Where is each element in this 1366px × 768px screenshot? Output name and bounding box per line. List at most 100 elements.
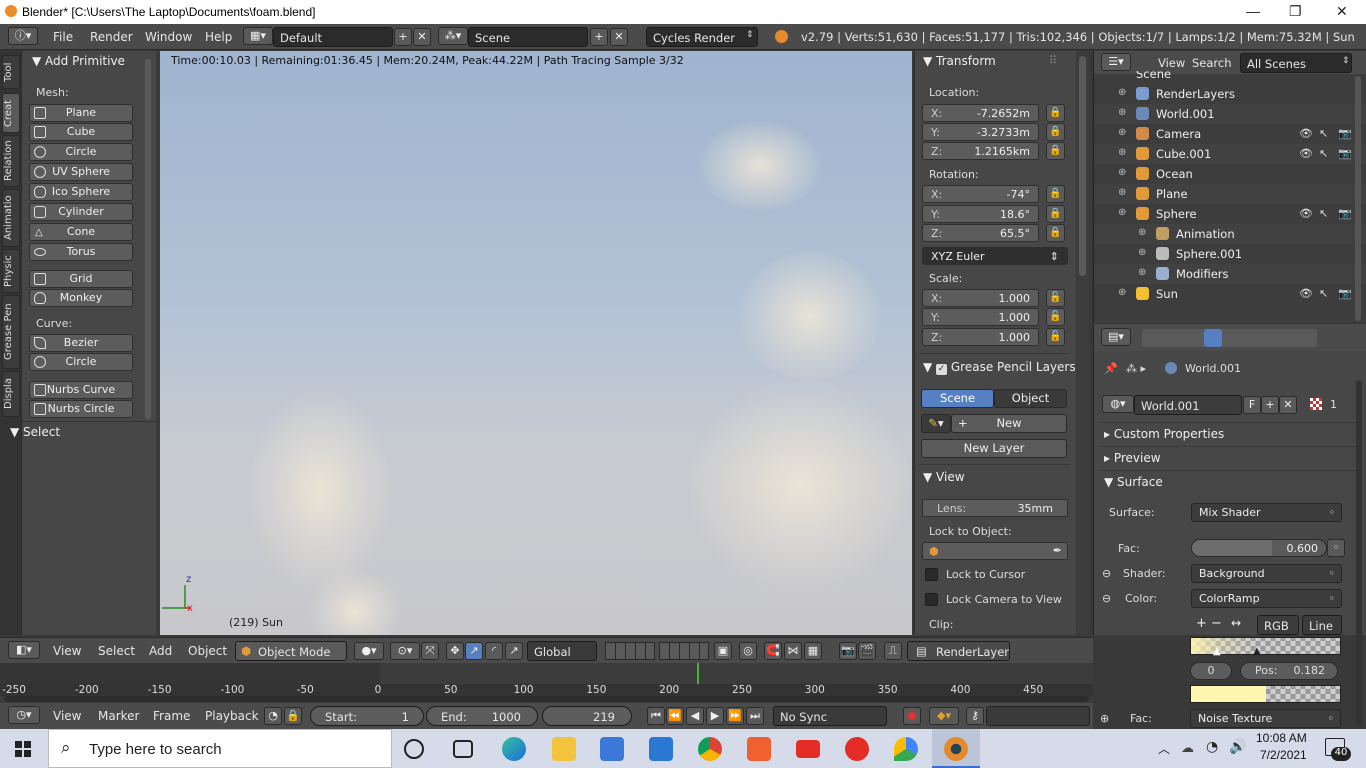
lock-camera-checkbox[interactable] — [925, 593, 938, 606]
gp-new-layer-button[interactable]: New Layer — [921, 439, 1067, 458]
mail-icon[interactable] — [649, 737, 673, 761]
outliner-row[interactable]: ⊕ Ocean — [1094, 164, 1366, 184]
outliner-row[interactable]: ⊕ World.001 — [1094, 104, 1366, 124]
gp-brush-select[interactable]: ✎▾ — [921, 414, 951, 433]
rotation-x-field[interactable]: X: -74° — [922, 185, 1039, 203]
fac2-select[interactable]: Noise Texture ◦ — [1190, 709, 1341, 728]
expand-icon[interactable]: ⊕ — [1118, 167, 1126, 178]
view3d-menu-add[interactable]: Add — [149, 644, 172, 658]
outliner-row[interactable]: ⊕ Camera 👁 ↖ 📷 — [1094, 124, 1366, 144]
unlock-icon[interactable]: 🔓 — [1046, 289, 1065, 307]
add-uv-sphere-button[interactable]: UV Sphere — [29, 163, 133, 181]
camera-icon[interactable]: 📷 — [1338, 207, 1352, 220]
outliner-row[interactable]: ⊕ RenderLayers — [1094, 84, 1366, 104]
render-engine-select[interactable]: Cycles Render — [646, 27, 758, 47]
menu-window[interactable]: Window — [145, 30, 192, 44]
expand-icon[interactable]: ⊕ — [1118, 287, 1126, 298]
camera-icon[interactable]: 📷 — [1338, 287, 1352, 300]
props-editor-type-button[interactable]: ▤▾ — [1101, 328, 1131, 346]
outliner-row[interactable]: ⊕ Plane — [1094, 184, 1366, 204]
ramp-remove-icon[interactable]: − — [1211, 616, 1222, 631]
lock-icon[interactable]: 🔒 — [1046, 123, 1065, 141]
ramp-add-icon[interactable]: + — [1196, 616, 1207, 631]
file-explorer-icon[interactable] — [552, 737, 576, 761]
maps-app-icon[interactable] — [894, 737, 918, 761]
ramp-color-swatch[interactable] — [1190, 685, 1341, 703]
add-plane-button[interactable]: Plane — [29, 104, 133, 122]
jump-keyframe-back-icon[interactable]: ⏪ — [666, 707, 684, 725]
play-reverse-icon[interactable]: ◀ — [686, 707, 704, 725]
rotation-z-field[interactable]: Z: 65.5° — [922, 224, 1039, 242]
lock-range-icon[interactable]: 🔒 — [284, 707, 302, 725]
layout-delete-icon[interactable]: ✕ — [413, 28, 431, 46]
lock-icon[interactable]: 🔒 — [1046, 104, 1065, 122]
timeline-menu-frame[interactable]: Frame — [153, 709, 190, 723]
keying-set-icon[interactable]: ◆▾ — [929, 707, 959, 725]
add-circle-button[interactable]: Circle — [29, 143, 133, 161]
custom-properties-header[interactable]: ▸ Custom Properties — [1104, 427, 1224, 441]
menu-help[interactable]: Help — [205, 30, 232, 44]
preview-range-icon[interactable]: ◔ — [264, 707, 282, 725]
outliner-editor-type-button[interactable]: ☰▾ — [1101, 53, 1131, 71]
tab-grease-pencil[interactable]: Grease Pen — [2, 295, 20, 369]
expand-icon[interactable]: ⊕ — [1118, 127, 1126, 138]
menu-render[interactable]: Render — [90, 30, 133, 44]
add-grid-button[interactable]: Grid — [29, 270, 133, 288]
snap-icon[interactable]: 🧲 — [764, 642, 782, 660]
menu-file[interactable]: File — [53, 30, 73, 44]
close-button[interactable]: ✕ — [1336, 3, 1348, 20]
outliner-menu-view[interactable]: View — [1158, 56, 1185, 70]
pin-icon[interactable]: 📌 — [1104, 362, 1118, 375]
add-cone-button[interactable]: △ Cone — [29, 223, 133, 241]
fac-slider[interactable]: 0.600 — [1191, 539, 1327, 557]
expand-icon[interactable]: ⊕ — [1118, 107, 1126, 118]
location-z-field[interactable]: Z: 1.2165km — [922, 142, 1039, 160]
pivot-point-button[interactable]: ⊙▾ — [390, 642, 420, 660]
timeline[interactable]: -250 -200 -150 -100 -50 0 50 100 150 200 250 300 350… — [0, 663, 1093, 703]
expand-icon[interactable]: ⊕ — [1100, 712, 1109, 725]
translate-manipulator-icon[interactable]: ✥ — [446, 642, 464, 660]
viewport-shading-button[interactable]: ●▾ — [354, 642, 384, 660]
wifi-icon[interactable]: ◔ — [1206, 739, 1218, 755]
jump-keyframe-forward-icon[interactable]: ⏩ — [726, 707, 744, 725]
add-bezier-circle-button[interactable]: Circle — [29, 353, 133, 371]
record-icon[interactable]: ● — [903, 707, 921, 725]
add-cylinder-button[interactable]: Cylinder — [29, 203, 133, 221]
color-select[interactable]: ColorRamp ◦ — [1191, 589, 1342, 608]
gp-new-button[interactable]: + New — [951, 414, 1067, 433]
3d-view-editor-type-button[interactable]: ◧▾ — [8, 641, 40, 659]
layer-grid-a[interactable] — [605, 642, 655, 660]
clock-time[interactable]: 10:08 AM — [1256, 731, 1307, 745]
transform-panel-header[interactable]: ▼ Transform — [923, 54, 996, 68]
lock-cursor-checkbox[interactable] — [925, 568, 938, 581]
tab-display[interactable]: Displa — [2, 371, 20, 417]
unlock-icon[interactable]: 🔓 — [1046, 328, 1065, 346]
outliner-row[interactable]: ⊕ Modifiers — [1094, 264, 1366, 284]
outliner-row[interactable]: ⊕ Sphere 👁 ↖ 📷 — [1094, 204, 1366, 224]
add-bezier-button[interactable]: Bezier — [29, 334, 133, 352]
start-frame-field[interactable]: Start: 1 — [310, 706, 424, 726]
volume-icon[interactable]: 🔊 — [1229, 739, 1246, 755]
task-view-icon[interactable] — [453, 740, 473, 758]
music-app-icon[interactable] — [845, 737, 869, 761]
tab-tool[interactable]: Tool — [2, 55, 20, 89]
world-name-field[interactable]: World.001 — [1134, 395, 1242, 415]
layout-add-icon[interactable]: + — [394, 28, 412, 46]
camera-icon[interactable]: 📷 — [1338, 127, 1352, 140]
tray-chevron-icon[interactable]: ︿ — [1158, 740, 1170, 757]
layout-field[interactable]: Default — [273, 27, 393, 47]
end-frame-field[interactable]: End: 1000 — [426, 706, 538, 726]
ramp-mode-select[interactable]: RGB — [1257, 615, 1299, 635]
snap-target-icon[interactable]: ▦ — [804, 642, 822, 660]
scale-manipulator-icon[interactable]: ◜ — [485, 642, 503, 660]
toolshelf-scrollbar[interactable] — [145, 59, 151, 419]
gp-scene-toggle[interactable]: Scene — [921, 389, 994, 408]
collapse-icon[interactable]: ⊖ — [1102, 567, 1111, 580]
tab-physics[interactable]: Physic — [2, 249, 20, 293]
scale-z-field[interactable]: Z: 1.000 — [922, 328, 1039, 346]
add-monkey-button[interactable]: Monkey — [29, 289, 133, 307]
minimize-button[interactable]: — — [1246, 3, 1260, 19]
opengl-anim-icon[interactable]: 🎬 — [858, 642, 876, 660]
world-browse-button[interactable]: ◍▾ — [1102, 395, 1134, 413]
keyframe-insert-icon[interactable]: ⚷ — [966, 707, 984, 725]
